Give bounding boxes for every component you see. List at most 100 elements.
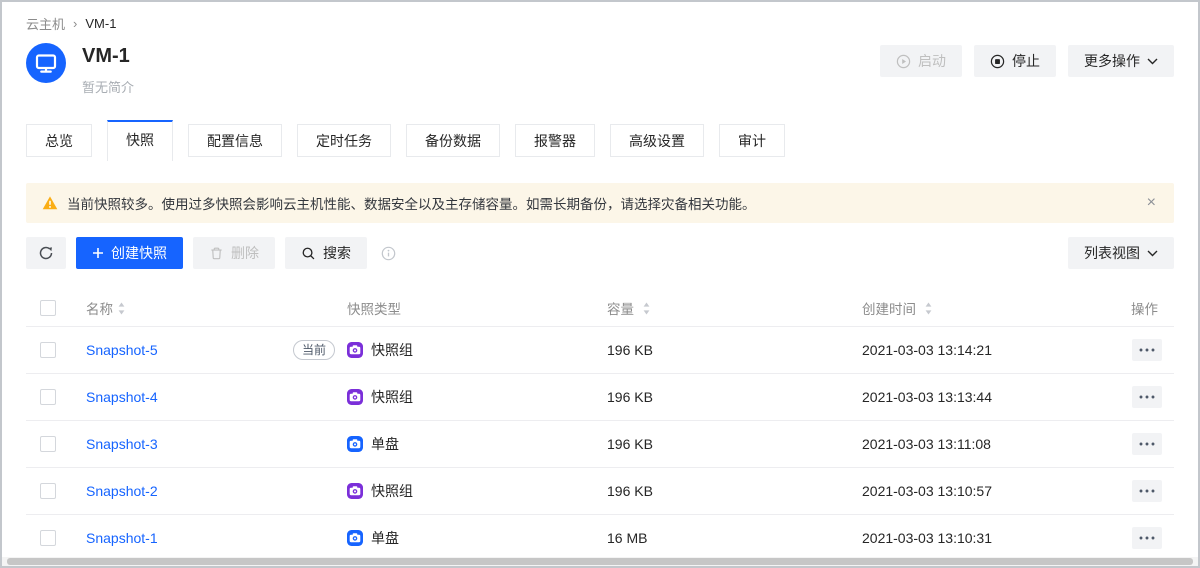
close-icon[interactable]: × xyxy=(1145,193,1158,213)
row-checkbox[interactable] xyxy=(40,530,56,546)
snapshot-type-label: 单盘 xyxy=(371,528,399,548)
row-actions-button[interactable] xyxy=(1132,339,1162,361)
row-actions-button[interactable] xyxy=(1132,433,1162,455)
row-checkbox[interactable] xyxy=(40,389,56,405)
vm-monitor-icon xyxy=(26,43,66,83)
column-header-label: 快照类型 xyxy=(347,298,401,318)
created-time-cell: 2021-03-03 13:10:57 xyxy=(862,483,1130,499)
snapshot-table: 名称快照类型容量创建时间操作 Snapshot-5当前快照组196 KB2021… xyxy=(26,290,1174,561)
created-time-cell: 2021-03-03 13:14:21 xyxy=(862,342,1130,358)
snapshot-name-link[interactable]: Snapshot-1 xyxy=(86,530,158,546)
snapshot-group-icon xyxy=(347,389,363,405)
tab-snapshot[interactable]: 快照 xyxy=(107,120,173,161)
row-checkbox[interactable] xyxy=(40,342,56,358)
table-row: Snapshot-3单盘196 KB2021-03-03 13:11:08 xyxy=(26,420,1174,467)
snapshot-type-label: 快照组 xyxy=(371,387,413,407)
delete-button-label: 删除 xyxy=(231,243,259,263)
warning-banner: 当前快照较多。使用过多快照会影响云主机性能、数据安全以及主存储容量。如需长期备份… xyxy=(26,183,1174,223)
search-button[interactable]: 搜索 xyxy=(285,237,367,269)
start-button-label: 启动 xyxy=(918,51,946,71)
ellipsis-icon xyxy=(1139,442,1155,446)
snapshot-type-label: 快照组 xyxy=(371,481,413,501)
column-header-label: 创建时间 xyxy=(862,298,916,318)
trash-icon xyxy=(209,246,224,261)
column-header-label: 容量 xyxy=(607,298,634,318)
chevron-down-icon xyxy=(1147,58,1158,65)
header-actions: 启动 停止 更多操作 xyxy=(880,43,1174,77)
warning-banner-text: 当前快照较多。使用过多快照会影响云主机性能、数据安全以及主存储容量。如需长期备份… xyxy=(67,193,756,213)
column-header-label: 名称 xyxy=(86,298,113,318)
snapshot-group-icon xyxy=(347,342,363,358)
ellipsis-icon xyxy=(1139,395,1155,399)
page-header: VM-1 暂无简介 启动 停止 更多操作 xyxy=(2,33,1198,96)
created-time-cell: 2021-03-03 13:13:44 xyxy=(862,389,1130,405)
table-body: Snapshot-5当前快照组196 KB2021-03-03 13:14:21… xyxy=(26,326,1174,561)
created-time-cell: 2021-03-03 13:11:08 xyxy=(862,436,1130,452)
ellipsis-icon xyxy=(1139,348,1155,352)
snapshot-name-link[interactable]: Snapshot-5 xyxy=(86,342,158,358)
ellipsis-icon xyxy=(1139,536,1155,540)
vm-detail-window: 云主机 › VM-1 VM-1 暂无简介 启动 xyxy=(0,0,1200,568)
sort-icon[interactable] xyxy=(642,302,651,315)
capacity-cell: 196 KB xyxy=(607,483,862,499)
delete-button[interactable]: 删除 xyxy=(193,237,275,269)
create-snapshot-button[interactable]: 创建快照 xyxy=(76,237,183,269)
snapshot-name-link[interactable]: Snapshot-4 xyxy=(86,389,158,405)
search-icon xyxy=(301,246,316,261)
row-checkbox[interactable] xyxy=(40,483,56,499)
refresh-button[interactable] xyxy=(26,237,66,269)
table-row: Snapshot-4 快照组 196 KB2021-03-03 13:13:44 xyxy=(26,373,1174,420)
snapshot-name-link[interactable]: Snapshot-3 xyxy=(86,436,158,452)
content-area: 当前快照较多。使用过多快照会影响云主机性能、数据安全以及主存储容量。如需长期备份… xyxy=(2,183,1198,561)
current-badge: 当前 xyxy=(293,340,335,360)
created-time-cell: 2021-03-03 13:10:31 xyxy=(862,530,1130,546)
select-all-checkbox[interactable] xyxy=(40,300,56,316)
row-actions-button[interactable] xyxy=(1132,386,1162,408)
title-block: VM-1 暂无简介 xyxy=(82,43,880,96)
horizontal-scrollbar-thumb[interactable] xyxy=(7,558,1193,565)
play-circle-icon xyxy=(896,54,911,69)
info-icon[interactable] xyxy=(381,246,396,261)
breadcrumb-item-cloud-host[interactable]: 云主机 xyxy=(26,14,65,33)
capacity-cell: 196 KB xyxy=(607,389,862,405)
row-actions-button[interactable] xyxy=(1132,480,1162,502)
row-checkbox[interactable] xyxy=(40,436,56,452)
table-row: Snapshot-2 快照组 196 KB2021-03-03 13:10:57 xyxy=(26,467,1174,514)
breadcrumb-separator-icon: › xyxy=(73,16,77,31)
tab-audit[interactable]: 审计 xyxy=(719,124,785,157)
stop-button[interactable]: 停止 xyxy=(974,45,1056,77)
snapshot-type-label: 单盘 xyxy=(371,434,399,454)
horizontal-scrollbar[interactable] xyxy=(2,557,1198,566)
tab-alarms[interactable]: 报警器 xyxy=(515,124,595,157)
single-disk-icon xyxy=(347,436,363,452)
tab-config-info[interactable]: 配置信息 xyxy=(188,124,282,157)
more-actions-button[interactable]: 更多操作 xyxy=(1068,45,1174,77)
tab-advanced-settings[interactable]: 高级设置 xyxy=(610,124,704,157)
table-row: Snapshot-1 单盘 16 MB2021-03-03 13:10:31 xyxy=(26,514,1174,561)
snapshot-name-link[interactable]: Snapshot-2 xyxy=(86,483,158,499)
sort-icon[interactable] xyxy=(117,302,126,315)
table-header-row: 名称 快照类型 容量 创建时间 操作 xyxy=(26,290,1174,326)
view-switcher-button[interactable]: 列表视图 xyxy=(1068,237,1174,269)
plus-icon xyxy=(92,247,104,259)
tab-bar: 总览快照配置信息定时任务备份数据报警器高级设置审计 xyxy=(2,120,1198,161)
breadcrumb: 云主机 › VM-1 xyxy=(2,2,1198,33)
column-header-label: 操作 xyxy=(1131,298,1158,318)
single-disk-icon xyxy=(347,530,363,546)
sort-icon[interactable] xyxy=(924,302,933,315)
snapshot-type-label: 快照组 xyxy=(371,340,413,360)
snapshot-group-icon xyxy=(347,483,363,499)
page-title: VM-1 xyxy=(82,43,880,69)
tab-backup-data[interactable]: 备份数据 xyxy=(406,124,500,157)
tab-scheduled-tasks[interactable]: 定时任务 xyxy=(297,124,391,157)
start-button[interactable]: 启动 xyxy=(880,45,962,77)
toolbar: 创建快照 删除 搜索 xyxy=(26,237,1174,269)
tab-overview[interactable]: 总览 xyxy=(26,124,92,157)
row-actions-button[interactable] xyxy=(1132,527,1162,549)
warning-triangle-icon xyxy=(42,195,58,211)
create-snapshot-label: 创建快照 xyxy=(111,243,167,263)
capacity-cell: 16 MB xyxy=(607,530,862,546)
breadcrumb-item-current: VM-1 xyxy=(85,16,116,31)
refresh-icon xyxy=(38,245,54,261)
view-switcher-label: 列表视图 xyxy=(1084,243,1140,263)
